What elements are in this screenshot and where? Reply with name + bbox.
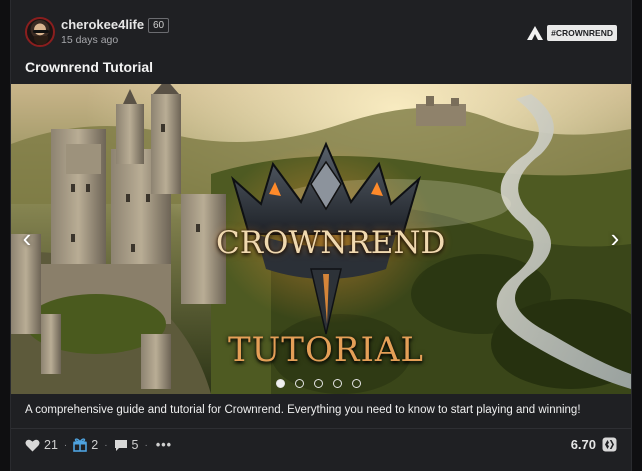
- author-avatar[interactable]: [25, 17, 55, 47]
- avatar-beard: [34, 36, 48, 45]
- carousel-next-button[interactable]: ›: [605, 224, 625, 252]
- post-card: cherokee4life 60 15 days ago #CROWNREND …: [10, 0, 632, 471]
- more-icon[interactable]: •••: [156, 438, 172, 452]
- gift-action[interactable]: 2: [73, 438, 98, 452]
- vote-action[interactable]: 21: [25, 438, 58, 452]
- payout-value: 6.70: [570, 437, 596, 452]
- separator-dot: ·: [144, 439, 148, 451]
- avatar-glasses: [33, 30, 49, 33]
- carousel-dot[interactable]: [333, 379, 342, 388]
- comment-action[interactable]: 5: [114, 438, 139, 452]
- post-header: cherokee4life 60 15 days ago #CROWNREND: [25, 17, 617, 49]
- image-carousel[interactable]: CROWNREND TUTORIAL ‹ ›: [11, 84, 631, 394]
- comment-icon: [114, 439, 127, 451]
- carousel-prev-button[interactable]: ‹: [17, 224, 37, 252]
- hive-logo-icon: [602, 437, 617, 452]
- carousel-dots: [276, 379, 361, 389]
- payout[interactable]: 6.70: [571, 437, 617, 452]
- vote-count: 21: [44, 438, 58, 452]
- community-tag[interactable]: #CROWNREND: [547, 25, 617, 41]
- carousel-dot[interactable]: [314, 379, 323, 388]
- author-username[interactable]: cherokee4life: [61, 17, 144, 32]
- separator-dot: ·: [63, 439, 68, 451]
- comment-count: 5: [131, 438, 139, 452]
- gift-count: 2: [91, 438, 99, 452]
- post-title[interactable]: Crownrend Tutorial: [25, 59, 153, 75]
- carousel-dot[interactable]: [295, 379, 304, 388]
- image-logo-text: CROWNREND: [216, 225, 446, 261]
- post-description: A comprehensive guide and tutorial for C…: [25, 404, 581, 416]
- reputation-badge: 60: [148, 18, 170, 33]
- carousel-dot[interactable]: [352, 379, 361, 388]
- heart-icon: [25, 439, 40, 451]
- carousel-dot[interactable]: [276, 379, 285, 388]
- gift-icon: [73, 438, 88, 452]
- post-timestamp[interactable]: 15 days ago: [61, 34, 118, 46]
- community-icon[interactable]: [527, 26, 543, 40]
- post-actions: 21 · 2 · 5 · •••: [25, 437, 172, 453]
- separator-dot: ·: [104, 439, 108, 451]
- image-subtitle-text: TUTORIAL: [227, 330, 425, 370]
- footer-divider: [11, 428, 631, 429]
